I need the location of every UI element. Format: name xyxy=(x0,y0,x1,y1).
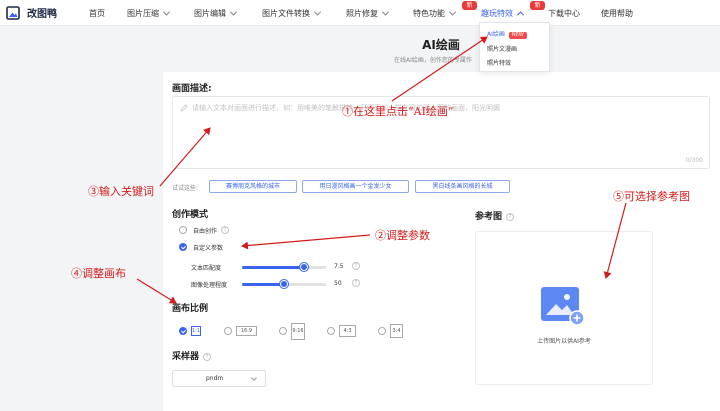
slider-fill xyxy=(242,283,284,286)
chevron-down-icon xyxy=(229,8,238,16)
nav-file-convert-label: 图片文件转换 xyxy=(262,9,310,18)
try-label: 试试这些: xyxy=(172,185,199,192)
suggestion-chip[interactable]: 黑白线条画风格的长城 xyxy=(415,180,510,193)
nav-image-edit[interactable]: 图片编辑 xyxy=(194,7,238,20)
annotation-step-1: ①在这里点击“AI绘画” xyxy=(342,105,454,118)
dropdown-item-photo-effects[interactable]: 照片特效 xyxy=(487,58,511,67)
reference-title-text: 参考图 xyxy=(475,212,503,222)
nav-home[interactable]: 首页 xyxy=(89,7,105,20)
nav-file-convert[interactable]: 图片文件转换 xyxy=(262,7,322,20)
annotation-step-4: ④调整画布 xyxy=(71,267,126,280)
ratio-option-9-16[interactable]: 9:16 xyxy=(279,322,305,340)
logo[interactable]: 改图鸭 xyxy=(6,5,57,20)
mode-option-custom[interactable]: 自定义参数 xyxy=(179,242,223,252)
chevron-down-icon xyxy=(162,8,171,16)
dropdown-item-label: AI绘画 xyxy=(487,31,505,38)
page-title: AI绘画 xyxy=(422,38,460,52)
dropdown-item-label: 照片文漫画 xyxy=(487,46,518,53)
ratio-label: 9:16 xyxy=(291,322,305,340)
mode-option-label: 自由创作 xyxy=(193,227,218,235)
annotation-step-2: ②调整参数 xyxy=(375,229,430,242)
chevron-up-icon xyxy=(516,11,525,19)
radio-button[interactable] xyxy=(327,327,335,335)
page-subtitle: 在线AI绘画，创作您的专属作 xyxy=(394,57,472,64)
logo-text: 改图鸭 xyxy=(27,9,57,20)
nav-help-label: 使用帮助 xyxy=(601,9,633,18)
help-icon[interactable]: ? xyxy=(352,262,360,270)
slider-thumb[interactable] xyxy=(280,280,288,288)
ratio-label: 3:4 xyxy=(390,324,403,338)
radio-button-checked[interactable] xyxy=(179,243,187,251)
nav-download-center[interactable]: 下载中心 xyxy=(548,7,580,20)
chevron-down-icon xyxy=(313,8,322,16)
upload-hint: 上传图片以供AI参考 xyxy=(537,338,591,345)
dropdown-item-photo-comic[interactable]: 照片文漫画 xyxy=(487,44,517,53)
radio-button[interactable] xyxy=(279,327,287,335)
annotation-step-5: ⑤可选择参考图 xyxy=(613,190,690,203)
nav-home-label: 首页 xyxy=(89,9,105,18)
reference-upload-area[interactable]: 上传图片以供AI参考 xyxy=(475,231,653,385)
text-match-slider[interactable] xyxy=(242,263,326,271)
reference-title: 参考图? xyxy=(475,209,515,222)
sampler-value: pndm xyxy=(206,375,224,382)
text-match-value: 7.5 xyxy=(334,263,344,270)
text-match-label: 文本匹配度 xyxy=(191,265,222,272)
mode-option-label: 自定义参数 xyxy=(193,244,224,252)
suggestion-chip[interactable]: 用日漫风格画一个金发少女 xyxy=(302,180,409,193)
nav-features-label: 特色功能 xyxy=(413,9,445,18)
help-icon[interactable]: ? xyxy=(506,213,515,221)
nav-image-edit-label: 图片编辑 xyxy=(194,9,226,18)
chevron-down-icon xyxy=(381,8,390,16)
fun-effects-dropdown: AI绘画 NEW 照片文漫画 照片特效 xyxy=(479,22,550,72)
help-icon[interactable]: ? xyxy=(203,353,212,361)
radio-button[interactable] xyxy=(179,226,187,234)
nav-fun-effects[interactable]: 趣玩特效 新 xyxy=(481,1,545,20)
ratio-label: 4:3 xyxy=(339,325,356,337)
ratio-title: 画布比例 xyxy=(172,304,209,314)
image-strength-slider[interactable] xyxy=(242,280,326,288)
nav-features[interactable]: 特色功能 新 xyxy=(413,1,477,20)
sampler-title: 采样器? xyxy=(172,349,212,362)
ratio-option-4-3[interactable]: 4:3 xyxy=(327,325,356,337)
radio-button[interactable] xyxy=(378,327,386,335)
image-upload-icon xyxy=(541,287,585,327)
help-icon[interactable]: ? xyxy=(221,226,230,234)
chevron-down-icon xyxy=(448,8,457,16)
ratio-label: 16:9 xyxy=(236,326,257,336)
nav-photo-repair[interactable]: 照片修复 xyxy=(346,7,390,20)
sampler-select[interactable]: pndm xyxy=(172,370,266,387)
mode-title: 创作模式 xyxy=(172,210,209,220)
nav-fun-effects-label: 趣玩特效 xyxy=(481,9,513,18)
nav-download-center-label: 下载中心 xyxy=(548,9,580,18)
help-icon[interactable]: ? xyxy=(352,279,360,287)
top-navigation: 改图鸭 首页 图片压缩 图片编辑 图片文件转换 照片修复 特色功能 新 趣玩特效… xyxy=(0,0,720,26)
dropdown-item-ai-painting[interactable]: AI绘画 NEW xyxy=(487,29,527,39)
radio-button-checked[interactable] xyxy=(179,327,187,335)
ratio-option-1-1[interactable]: 1:1 xyxy=(179,325,201,337)
radio-button[interactable] xyxy=(224,327,232,335)
nav-help[interactable]: 使用帮助 xyxy=(601,7,633,20)
char-counter: 0/300 xyxy=(685,157,703,164)
nav-image-compress[interactable]: 图片压缩 xyxy=(127,7,171,20)
sampler-title-text: 采样器 xyxy=(172,352,200,362)
annotation-step-3: ③输入关键词 xyxy=(88,185,154,198)
ratio-label: 1:1 xyxy=(191,326,201,336)
slider-fill xyxy=(242,266,305,269)
nav-image-compress-label: 图片压缩 xyxy=(127,9,159,18)
nav-photo-repair-label: 照片修复 xyxy=(346,9,378,18)
suggestion-chip[interactable]: 赛博朋克风格的城市 xyxy=(209,180,297,193)
new-badge: NEW xyxy=(508,32,527,39)
logo-icon xyxy=(6,5,20,20)
mode-option-free[interactable]: 自由创作 ? xyxy=(179,225,230,235)
prompt-label: 画面描述: xyxy=(172,84,212,94)
ratio-option-3-4[interactable]: 3:4 xyxy=(378,324,403,338)
dropdown-item-label: 照片特效 xyxy=(487,60,512,67)
chevron-down-icon xyxy=(251,375,257,381)
ratio-option-16-9[interactable]: 16:9 xyxy=(224,325,257,337)
new-badge: 新 xyxy=(462,1,477,10)
image-strength-label: 图像处理程度 xyxy=(191,282,228,289)
new-badge: 新 xyxy=(530,1,545,10)
image-strength-value: 50 xyxy=(334,280,342,287)
